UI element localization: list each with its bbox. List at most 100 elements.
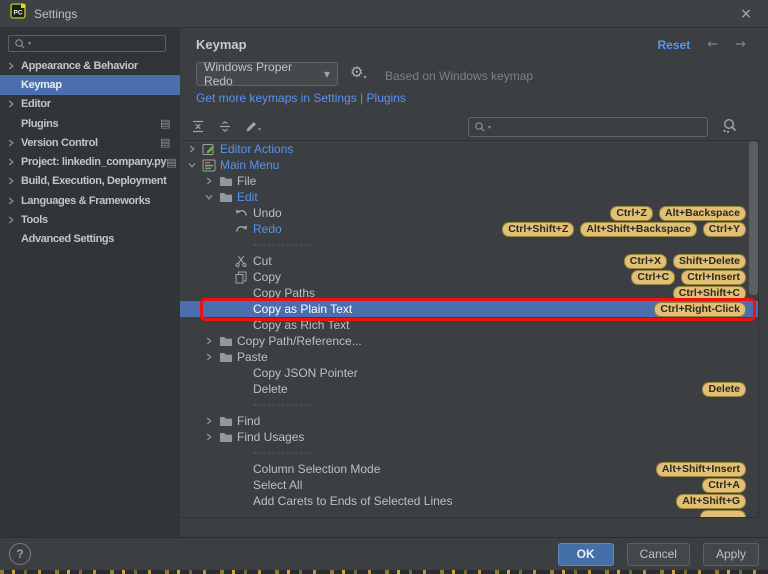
editor-actions-icon [202,143,220,156]
tree-item-editor-actions[interactable]: Editor Actions [180,141,758,157]
shortcut-badge: Ctrl+Right-Click [654,301,746,317]
sidebar-search-input[interactable]: ▾ [8,35,166,52]
sidebar-item-languages-frameworks[interactable]: Languages & Frameworks [0,191,180,210]
shortcut-badge: Alt+Backspace [658,205,746,221]
tree-item-label: Main Menu [220,158,280,172]
sidebar-item-label: Build, Execution, Deployment [21,175,167,188]
tree-item-edit[interactable]: Edit [180,189,758,205]
forward-arrow-icon[interactable]: → [735,37,746,52]
tree-item-redo[interactable]: Redo Ctrl+Shift+Z Alt+Shift+Backspace Ctrl+… [180,221,758,237]
tree-item-find-usages[interactable]: Find Usages [180,429,758,445]
sidebar-item-keymap[interactable]: Keymap [0,75,180,95]
tree-item-label: Column Selection Mode [253,462,381,476]
ok-button[interactable]: OK [557,542,614,566]
folder-icon [219,175,237,187]
close-icon[interactable]: × [734,5,758,23]
sidebar-item-label: Project: linkedin_company.py [21,156,167,169]
search-caret-icon: ▾ [28,40,32,47]
sidebar-item-tools[interactable]: Tools [0,210,180,229]
tree-item-file[interactable]: File [180,173,758,189]
keymap-search-input[interactable]: ▾ [468,117,708,137]
back-arrow-icon[interactable]: ← [707,37,718,52]
separator-dashes: ------------- [253,447,314,459]
keymap-scheme-select[interactable]: Windows Proper Redo ▼ [196,60,338,88]
folder-icon [219,415,237,427]
chevron-right-icon [7,139,21,147]
chevron-down-icon[interactable] [188,161,202,169]
find-by-shortcut-icon[interactable] [721,118,738,139]
sidebar-item-project-linkedin-company-py[interactable]: Project: linkedin_company.py ▤ [0,152,180,171]
tree-item-delete[interactable]: Delete Delete [180,381,758,397]
search-icon [15,38,25,49]
tree-item-find[interactable]: Find [180,413,758,429]
chevron-right-icon[interactable] [205,433,219,441]
tree-item-copy-paths[interactable]: Copy Paths Ctrl+Shift+C [180,285,758,301]
tree-scrollbar[interactable] [749,141,758,295]
sidebar-item-label: Version Control [21,136,98,149]
chevron-right-icon [7,100,21,108]
tree-item-row[interactable] [180,509,758,517]
combo-arrow-icon: ▼ [323,69,330,79]
shortcut-badge: Shift+Delete [673,253,746,269]
sidebar-nav: Appearance & Behavior Keymap Editor Plugins… [0,56,180,249]
sidebar-item-editor[interactable]: Editor [0,95,180,114]
sidebar-item-plugins[interactable]: Plugins ▤ [0,114,180,133]
shortcut-badge: Ctrl+Shift+Z [502,221,575,237]
tree-item-cut[interactable]: Cut Ctrl+X Shift+Delete [180,253,758,269]
chevron-right-icon[interactable] [205,337,219,345]
tree-item-paste[interactable]: Paste [180,349,758,365]
tree-item-label: Undo [253,206,282,220]
folder-icon [219,191,237,203]
reset-link[interactable]: Reset [658,38,691,52]
tree-item-copy-json-pointer[interactable]: Copy JSON Pointer [180,365,758,381]
shortcut-badge: Ctrl+A [702,477,746,493]
tree-item-label: Delete [253,382,288,396]
get-more-keymaps-link[interactable]: Get more keymaps in Settings | Plugins [196,91,406,105]
tree-item-add-carets-to-ends-of-selected-lines[interactable]: Add Carets to Ends of Selected Lines Alt+… [180,493,758,509]
shortcut-badge-partial [700,509,746,517]
chevron-down-icon[interactable] [205,193,219,201]
tree-item-label: Find [237,414,261,428]
title-bar: PC Settings × [0,0,768,28]
sidebar-item-label: Appearance & Behavior [21,59,138,72]
cancel-button[interactable]: Cancel [626,542,690,566]
apply-button[interactable]: Apply [702,542,759,566]
tree-item-copy-as-plain-text[interactable]: Copy as Plain Text Ctrl+Right-Click [180,301,758,317]
chevron-right-icon [7,216,21,224]
sidebar-item-label: Languages & Frameworks [21,194,151,207]
tree-item-copy-as-rich-text[interactable]: Copy as Rich Text [180,317,758,333]
background-window-strip [0,570,768,574]
redo-icon [235,224,253,235]
tree-item-label: Copy Paths [253,286,316,300]
tree-item-copy[interactable]: Copy Ctrl+C Ctrl+Insert [180,269,758,285]
help-icon[interactable]: ? [9,543,31,565]
sidebar-item-build-execution-deployment[interactable]: Build, Execution, Deployment [0,172,180,191]
keymap-tree: Editor Actions Main Menu File Edit Undo Ctrl+… [180,140,759,518]
sidebar-item-advanced-settings[interactable]: Advanced Settings [0,230,180,249]
chevron-right-icon[interactable] [188,145,202,153]
tree-item-copy-path-reference[interactable]: Copy Path/Reference... [180,333,758,349]
sidebar-item-version-control[interactable]: Version Control ▤ [0,133,180,152]
shortcut-badge: Ctrl+Z [610,205,653,221]
expand-all-icon[interactable] [191,120,205,133]
window-title: Settings [34,6,78,21]
sidebar-item-label: Editor [21,98,51,111]
sidebar-item-appearance-behavior[interactable]: Appearance & Behavior [0,56,180,75]
tree-item-label: Redo [253,222,282,236]
shortcut-badge: Alt+Shift+Insert [655,461,746,477]
gear-icon[interactable]: ⚙▾ [350,65,366,85]
tree-item-label: Find Usages [237,430,305,444]
settings-badge-icon: ▤ [159,117,170,131]
keymap-scheme-value: Windows Proper Redo [204,60,293,88]
edit-pencil-icon[interactable]: ▾ [245,120,261,133]
shortcut-badge: Ctrl+C [631,269,676,285]
tree-item-column-selection-mode[interactable]: Column Selection Mode Alt+Shift+Insert [180,461,758,477]
chevron-right-icon[interactable] [205,353,219,361]
pycharm-logo: PC [10,3,26,24]
chevron-right-icon[interactable] [205,417,219,425]
tree-item-main-menu[interactable]: Main Menu [180,157,758,173]
tree-item-select-all[interactable]: Select All Ctrl+A [180,477,758,493]
collapse-all-icon[interactable] [218,120,232,133]
chevron-right-icon[interactable] [205,177,219,185]
tree-item-undo[interactable]: Undo Ctrl+Z Alt+Backspace [180,205,758,221]
